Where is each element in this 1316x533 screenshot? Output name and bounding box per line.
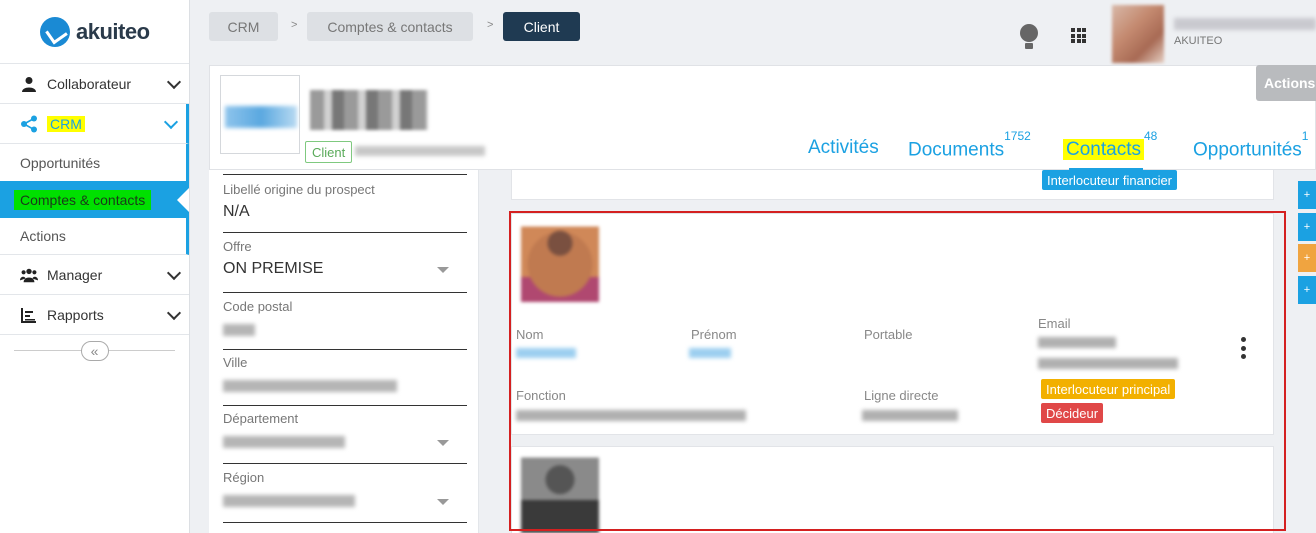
field-value-redacted xyxy=(223,495,355,507)
user-icon xyxy=(20,75,38,93)
sidebar-subitem-label: Comptes & contacts xyxy=(14,189,152,210)
field-label: Département xyxy=(223,411,299,426)
lightbulb-icon[interactable] xyxy=(1020,24,1038,49)
user-name-redacted xyxy=(1174,18,1316,30)
sidebar-item-label: Rapports xyxy=(47,306,104,323)
tab-count: 48 xyxy=(1143,129,1158,143)
field-label: Offre xyxy=(223,239,252,254)
tab-contacts[interactable]: Contacts48 xyxy=(1063,129,1157,172)
chevron-down-icon xyxy=(166,74,182,90)
sidebar-item-collaborateur[interactable]: Collaborateur xyxy=(0,64,189,104)
breadcrumb-comptes-contacts[interactable]: Comptes & contacts xyxy=(307,12,473,41)
field-departement[interactable]: Département xyxy=(223,411,467,464)
field-region[interactable]: Région xyxy=(223,470,467,523)
tab-documents[interactable]: Documents1752 xyxy=(908,129,1031,161)
breadcrumb-client: Client xyxy=(503,12,580,41)
highlight-frame xyxy=(509,211,1286,531)
field-code-postal[interactable]: Code postal xyxy=(223,299,467,350)
chevron-down-icon xyxy=(166,305,182,321)
quick-add-button[interactable]: + xyxy=(1298,213,1316,241)
field-label: Région xyxy=(223,470,265,485)
chart-icon xyxy=(20,306,38,324)
field-label: Code postal xyxy=(223,299,293,314)
field-value-redacted xyxy=(223,380,397,392)
sidebar-item-label: Manager xyxy=(47,266,103,283)
logo-icon xyxy=(40,16,70,47)
field-value[interactable]: N/A xyxy=(223,203,467,221)
tab-count: 1 xyxy=(1301,129,1309,143)
sidebar: akuiteo Collaborateur CRM Opportunités C… xyxy=(0,0,190,533)
chevron-down-icon xyxy=(163,114,179,130)
tab-opportunites[interactable]: Opportunités1 xyxy=(1193,129,1308,161)
logo[interactable]: akuiteo xyxy=(0,0,189,64)
breadcrumb-separator: > xyxy=(291,19,298,31)
field-offre[interactable]: Offre ON PREMISE xyxy=(223,239,467,293)
tab-count: 1752 xyxy=(1004,129,1031,143)
chevron-down-icon xyxy=(437,499,449,505)
sidebar-item-rapports[interactable]: Rapports xyxy=(0,295,189,335)
logo-text: akuiteo xyxy=(76,18,150,44)
role-badge: Interlocuteur financier xyxy=(1042,170,1178,190)
chevron-down-icon xyxy=(437,267,449,273)
sidebar-item-manager[interactable]: Manager xyxy=(0,255,189,295)
quick-add-button[interactable]: + xyxy=(1298,181,1316,209)
client-name-redacted xyxy=(310,90,428,130)
user-avatar[interactable] xyxy=(1112,5,1164,63)
quick-add-button[interactable]: + xyxy=(1298,244,1316,272)
sidebar-item-crm[interactable]: CRM xyxy=(0,104,189,144)
sidebar-item-label: CRM xyxy=(47,115,85,132)
field-ville[interactable]: Ville xyxy=(223,355,467,406)
sidebar-collapse-row: « xyxy=(0,335,189,367)
actions-button[interactable]: Actions xyxy=(1256,65,1316,101)
chevron-down-icon xyxy=(437,440,449,446)
field-value-redacted xyxy=(223,324,255,336)
client-subtitle-redacted xyxy=(355,146,485,156)
sidebar-subitem-opportunites[interactable]: Opportunités xyxy=(0,144,189,181)
sidebar-subitem-comptes-contacts[interactable]: Comptes & contacts xyxy=(0,181,189,218)
apps-grid-icon[interactable] xyxy=(1071,28,1086,43)
breadcrumb-crm[interactable]: CRM xyxy=(209,12,278,41)
field-label: Libellé origine du prospect xyxy=(223,182,375,197)
share-icon xyxy=(20,115,38,133)
field-value-redacted xyxy=(223,436,345,448)
user-company: AKUITEO xyxy=(1174,35,1223,47)
client-type-badge: Client xyxy=(305,141,353,163)
sidebar-subitem-label: Opportunités xyxy=(20,154,101,171)
client-logo xyxy=(220,75,300,154)
sidebar-item-label: Collaborateur xyxy=(47,75,132,92)
chevron-down-icon xyxy=(166,265,182,281)
field-label: Ville xyxy=(223,355,248,370)
breadcrumb-separator: > xyxy=(487,19,494,31)
quick-add-button[interactable]: + xyxy=(1298,276,1316,304)
field-value: ON PREMISE xyxy=(223,260,324,277)
sidebar-subitem-label: Actions xyxy=(20,228,66,244)
collapse-sidebar-button[interactable]: « xyxy=(80,341,109,361)
field-origine: Libellé origine du prospect N/A xyxy=(223,174,467,233)
sidebar-subitem-actions[interactable]: Actions xyxy=(0,218,189,255)
users-icon xyxy=(20,266,38,284)
tab-activites[interactable]: Activités xyxy=(808,137,879,159)
